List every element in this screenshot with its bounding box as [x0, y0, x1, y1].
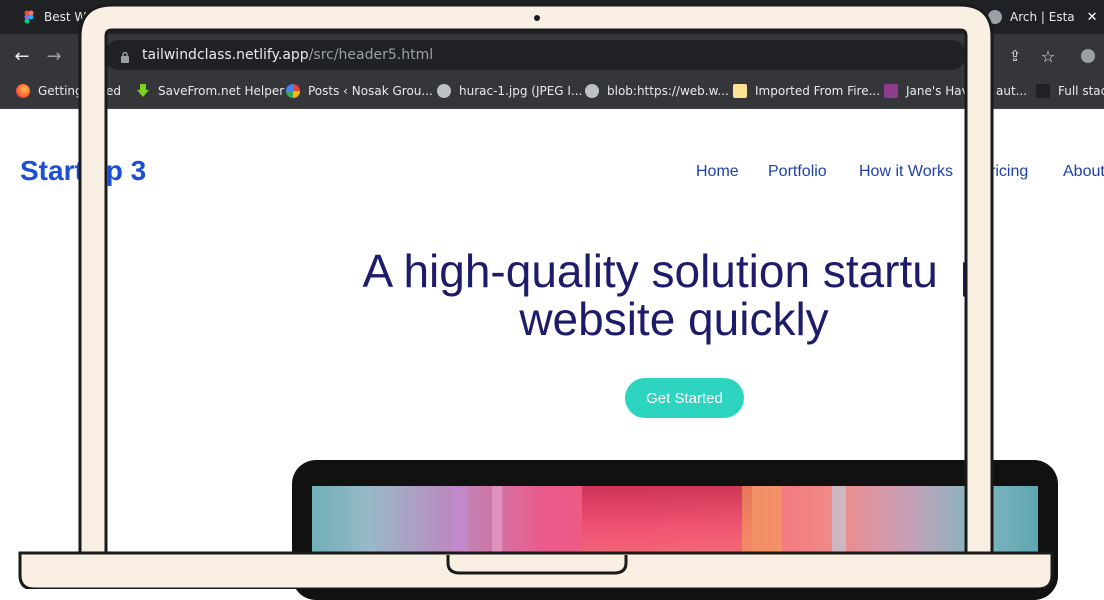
webcam-dot — [534, 15, 540, 21]
laptop-frame-overlay — [18, 3, 1054, 589]
